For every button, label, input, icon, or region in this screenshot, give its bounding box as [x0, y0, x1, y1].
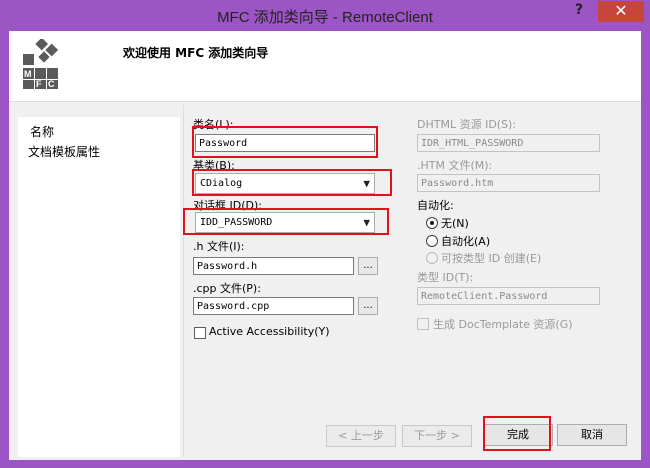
cancel-button[interactable]: 取消	[557, 424, 627, 446]
doctemplate-label: 生成 DocTemplate 资源(G)	[433, 318, 573, 331]
automation-auto-label: 自动化(A)	[441, 235, 491, 248]
dhtml-id-input[interactable]: IDR_HTML_PASSWORD	[417, 134, 600, 152]
dialog-client: M F C 欢迎使用 MFC 添加类向导 名称 文档模板属性 类名(L): Pa…	[9, 31, 641, 460]
nav-item-doc-template[interactable]: 文档模板属性	[28, 143, 100, 160]
close-button[interactable]: ✕	[598, 1, 644, 22]
automation-label: 自动化:	[417, 199, 454, 212]
nav-item-name[interactable]: 名称	[30, 123, 54, 140]
highlight-finish	[483, 416, 551, 451]
highlight-dialog-id	[183, 208, 389, 235]
automation-typeid-radio[interactable]	[426, 252, 438, 264]
h-file-label: .h 文件(I):	[193, 240, 245, 253]
window-title: MFC 添加类向导 - RemoteClient	[217, 9, 433, 26]
h-file-input[interactable]: Password.h	[193, 257, 354, 275]
logo-letter-m: M	[24, 69, 32, 79]
title-bar: MFC 添加类向导 - RemoteClient ? ✕	[0, 0, 650, 30]
help-button[interactable]: ?	[566, 2, 592, 22]
automation-typeid-label: 可按类型 ID 创建(E)	[441, 252, 542, 265]
h-file-browse-button[interactable]: ...	[358, 257, 378, 275]
highlight-base-class	[192, 169, 392, 196]
htm-file-label: .HTM 文件(M):	[417, 159, 493, 172]
highlight-class-name	[192, 126, 378, 158]
wizard-header: M F C 欢迎使用 MFC 添加类向导	[9, 31, 641, 102]
panel-divider	[183, 105, 184, 457]
doctemplate-checkbox[interactable]	[417, 318, 429, 330]
automation-none-radio[interactable]	[426, 217, 438, 229]
logo-letter-c: C	[48, 79, 55, 89]
nav-panel: 名称 文档模板属性	[18, 117, 180, 457]
mfc-logo-icon: M F C	[23, 39, 59, 89]
logo-letter-f: F	[36, 79, 42, 89]
next-button[interactable]: 下一步 >	[402, 425, 472, 447]
cpp-file-input[interactable]: Password.cpp	[193, 297, 354, 315]
dialog-window: MFC 添加类向导 - RemoteClient ? ✕ M F C 欢迎使用 …	[0, 0, 650, 468]
htm-file-input[interactable]: Password.htm	[417, 174, 600, 192]
prev-button[interactable]: < 上一步	[326, 425, 396, 447]
automation-none-label: 无(N)	[441, 217, 469, 230]
type-id-input[interactable]: RemoteClient.Password	[417, 287, 600, 305]
dhtml-id-label: DHTML 资源 ID(S):	[417, 118, 517, 131]
accessibility-label: Active Accessibility(Y)	[209, 325, 330, 338]
type-id-label: 类型 ID(T):	[417, 271, 474, 284]
wizard-title: 欢迎使用 MFC 添加类向导	[123, 46, 269, 60]
cpp-file-label: .cpp 文件(P):	[193, 282, 261, 295]
automation-auto-radio[interactable]	[426, 235, 438, 247]
accessibility-checkbox[interactable]	[194, 327, 206, 339]
cpp-file-browse-button[interactable]: ...	[358, 297, 378, 315]
